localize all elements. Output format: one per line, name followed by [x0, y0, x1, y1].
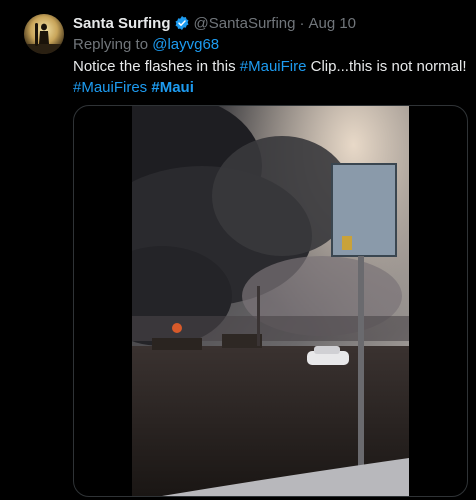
author-handle[interactable]: @SantaSurfing — [194, 15, 296, 32]
verified-badge-icon — [174, 15, 190, 37]
video-player[interactable] — [73, 105, 468, 497]
tweet-text-part2: Clip...this is not normal! — [310, 58, 467, 75]
reply-prefix: Replying to — [73, 36, 149, 53]
surfer-avatar-image — [24, 14, 64, 54]
author-name[interactable]: Santa Surfing — [73, 15, 171, 32]
hashtag-maui[interactable]: #Maui — [151, 79, 194, 96]
avatar[interactable] — [24, 14, 64, 54]
tweet-text: Notice the flashes in this #MauiFire Cli… — [73, 56, 468, 98]
tweet[interactable]: Santa Surfing @SantaSurfing · Aug 10 Replyi… — [0, 0, 476, 500]
tweet-text-part1: Notice the flashes in this — [73, 58, 236, 75]
hashtag-mauifire[interactable]: #MauiFire — [240, 58, 307, 75]
tweet-date[interactable]: Aug 10 — [308, 15, 356, 32]
fire-smoke-scene — [132, 106, 409, 496]
video-frame[interactable] — [132, 106, 409, 496]
reply-handle-link[interactable]: @layvg68 — [152, 36, 219, 53]
tweet-header: Santa Surfing @SantaSurfing · Aug 10 — [73, 14, 356, 37]
replying-to: Replying to @layvg68 — [73, 35, 219, 55]
hashtag-mauifires[interactable]: #MauiFires — [73, 79, 147, 96]
separator-dot: · — [299, 15, 305, 32]
